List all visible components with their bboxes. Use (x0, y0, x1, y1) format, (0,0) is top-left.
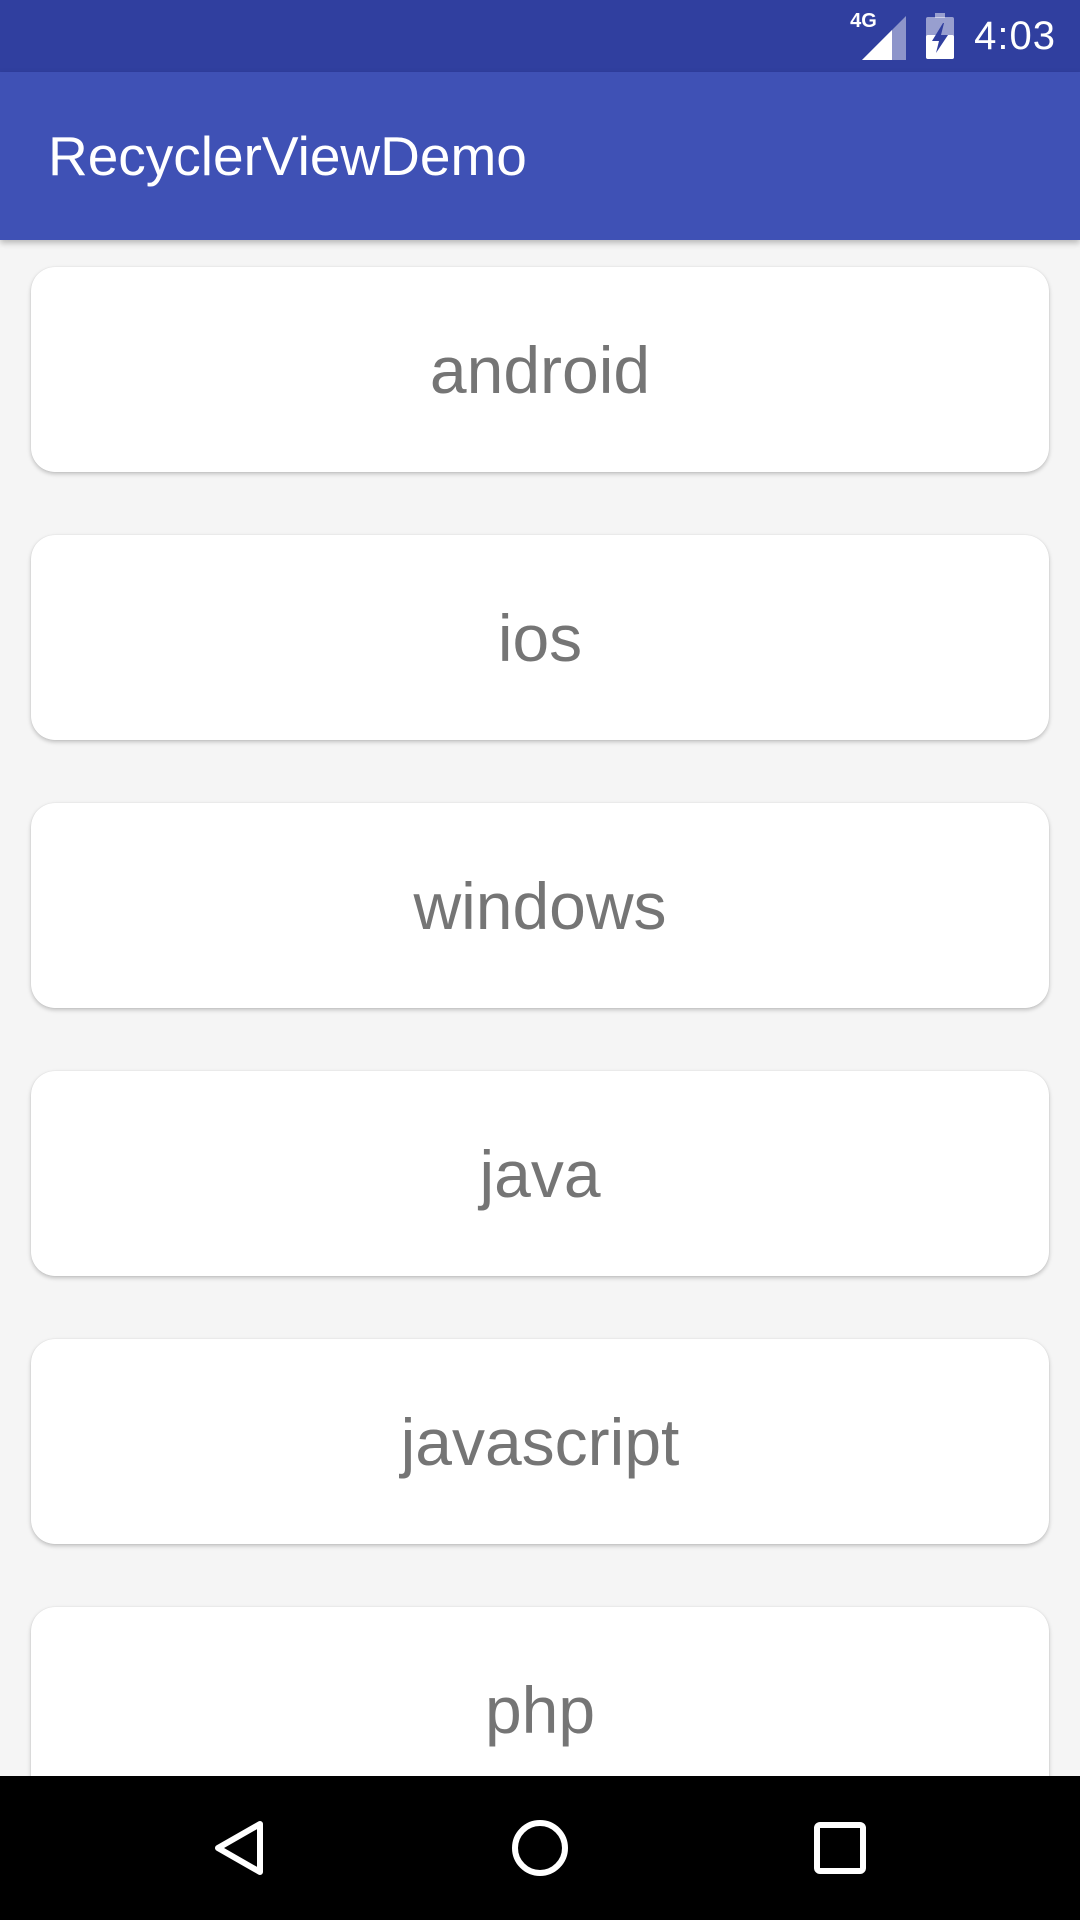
recycler-view[interactable]: android ios windows java javascript php (0, 240, 1080, 1776)
back-icon (215, 1821, 263, 1875)
list-item[interactable]: ios (31, 535, 1049, 740)
list-item[interactable]: android (31, 267, 1049, 472)
recents-button[interactable] (740, 1776, 940, 1920)
back-button[interactable] (140, 1776, 340, 1920)
list-item-label: javascript (400, 1404, 680, 1479)
status-icons: 4G 4:03 (850, 0, 1056, 72)
list-item-label: windows (413, 868, 667, 943)
list-item[interactable]: php (31, 1607, 1049, 1776)
recents-icon (814, 1822, 866, 1874)
navigation-bar (0, 1776, 1080, 1920)
list-item-label: android (429, 332, 651, 407)
list-item[interactable]: javascript (31, 1339, 1049, 1544)
list-item-label: java (479, 1136, 601, 1211)
battery-charging-icon (926, 13, 955, 59)
signal-icon: 4G (850, 10, 907, 60)
list-item[interactable]: windows (31, 803, 1049, 1008)
home-icon (512, 1820, 568, 1876)
app-title: RecyclerViewDemo (48, 125, 527, 187)
status-time: 4:03 (974, 13, 1056, 58)
app-bar: RecyclerViewDemo (0, 72, 1080, 240)
list-item[interactable]: java (31, 1071, 1049, 1276)
list-item-label: php (484, 1672, 596, 1747)
home-button[interactable] (440, 1776, 640, 1920)
list-item-label: ios (497, 600, 583, 675)
status-bar: 4G 4:03 (0, 0, 1080, 72)
